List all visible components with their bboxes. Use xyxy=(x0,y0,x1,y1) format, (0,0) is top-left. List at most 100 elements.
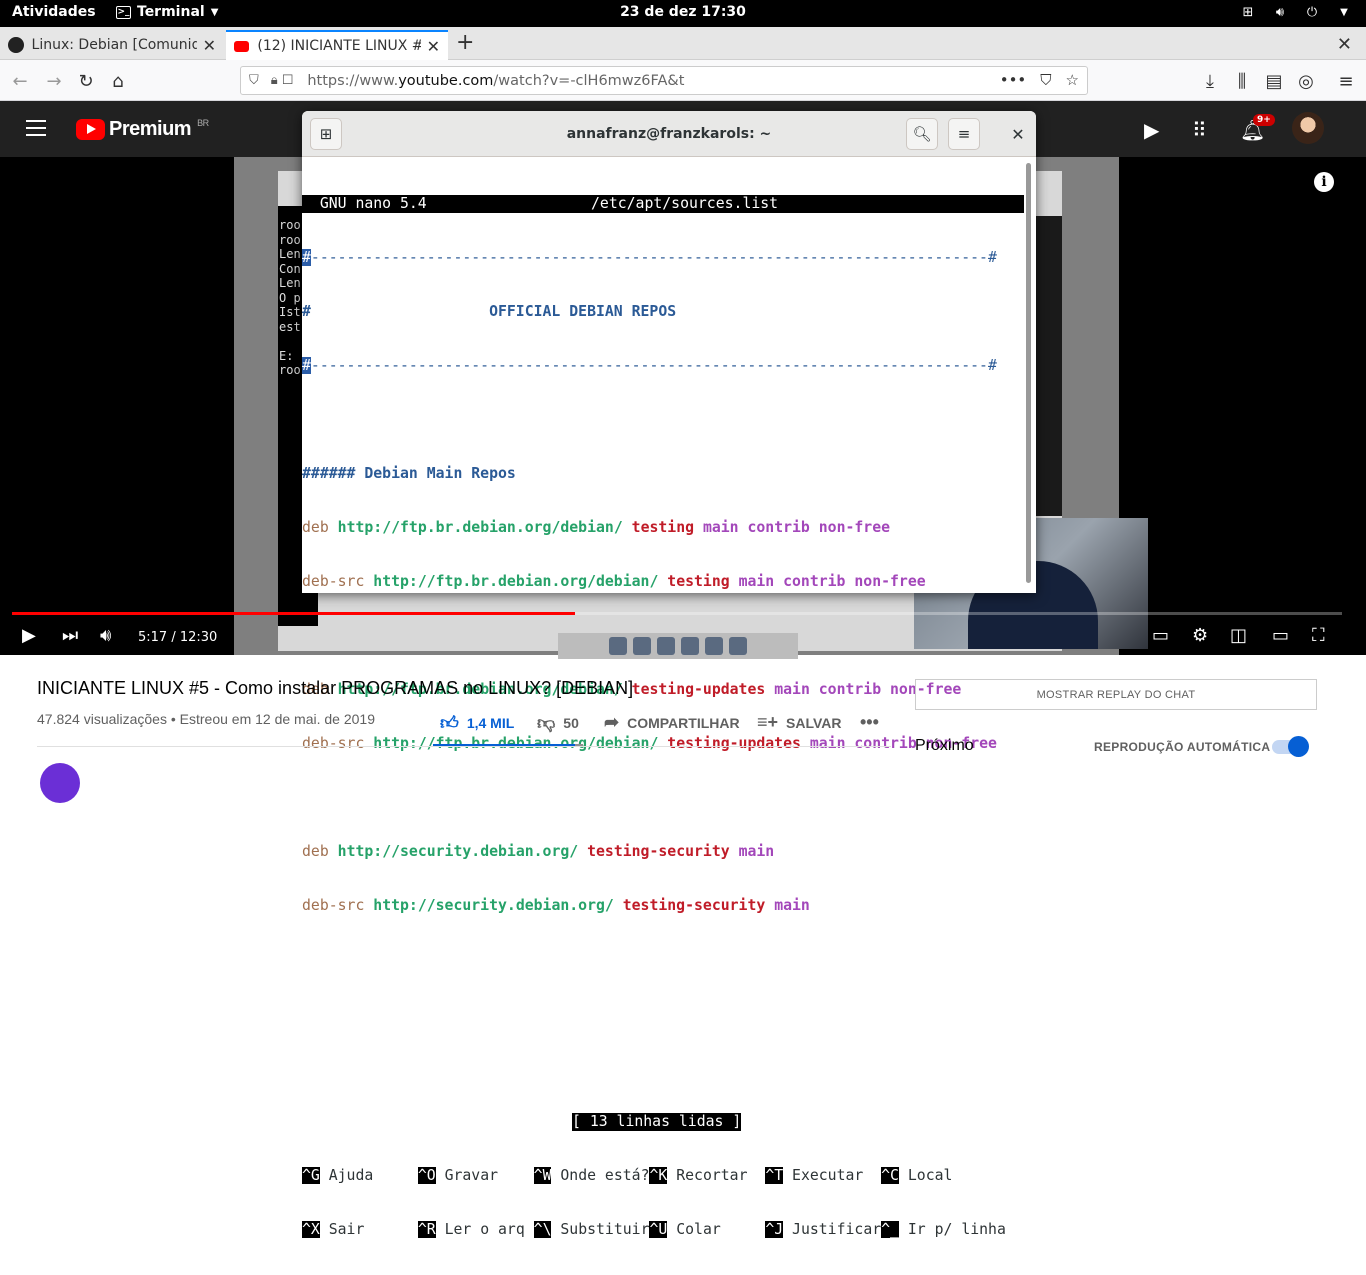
app-menu[interactable]: >_ Terminal ▼ xyxy=(116,4,218,20)
more-actions-button[interactable]: ••• xyxy=(860,712,879,733)
miniplayer-icon[interactable]: ◫ xyxy=(1230,625,1247,646)
shortcut-key: ^W xyxy=(533,1167,552,1184)
shortcut-key: ^K xyxy=(649,1167,668,1184)
play-icon[interactable]: ▶ xyxy=(22,625,36,646)
reload-icon[interactable]: ↻ xyxy=(74,69,98,93)
fullscreen-icon[interactable]: ⛶ xyxy=(1312,625,1325,646)
nano-editor[interactable]: GNU nano 5.4/etc/apt/sources.list #-----… xyxy=(302,159,1024,1238)
shortcut-key: ^O xyxy=(417,1167,436,1184)
chevron-down-icon: ▼ xyxy=(1340,6,1348,18)
save-button[interactable]: ≡+ SALVAR xyxy=(757,712,842,733)
back-icon[interactable]: ← xyxy=(8,69,32,93)
up-next-heading: Próximo xyxy=(915,737,974,754)
home-icon[interactable]: ⌂ xyxy=(106,69,130,93)
channel-avatar[interactable] xyxy=(40,763,80,803)
url-text: https://www.youtube.com/watch?v=-clH6mwz… xyxy=(307,72,685,89)
tab-label: Linux: Debian [Comunidade xyxy=(31,37,197,53)
shortcut-key: ^_ xyxy=(881,1221,899,1238)
terminal-icon: >_ xyxy=(116,5,131,19)
logo-text: Premium xyxy=(109,118,192,140)
autoplay-label: REPRODUÇÃO AUTOMÁTICA xyxy=(1094,740,1271,754)
shortcut-key: ^T xyxy=(765,1167,784,1184)
subtitles-icon[interactable]: ▭ xyxy=(1152,625,1169,646)
shortcut-key: ^G xyxy=(302,1167,320,1184)
system-tray[interactable]: ⊞ 🔊︎ ⏻ ▼ xyxy=(1240,4,1352,20)
hamburger-menu-icon[interactable]: ≡ xyxy=(1334,69,1358,93)
terminal-window[interactable]: ⊞ annafranz@franzkarols: ~ 🔍︎ ≡ ✕ GNU na… xyxy=(302,111,1036,1238)
next-icon[interactable]: ⏭ xyxy=(62,625,78,646)
nano-status-line: [ 13 linhas lidas ] xyxy=(572,1113,742,1131)
shortcut-key: ^R xyxy=(417,1221,436,1238)
shortcut-key: ^C xyxy=(881,1167,899,1184)
more-icon[interactable]: ••• xyxy=(1000,71,1027,89)
youtube-logo[interactable]: Premium BR xyxy=(76,118,209,141)
url-bar[interactable]: ⛉ 🔒︎ ☐ https://www.youtube.com/watch?v=-… xyxy=(240,66,1088,95)
shortcut-label: Executar xyxy=(783,1167,882,1184)
search-icon[interactable]: 🔍︎ xyxy=(906,118,938,150)
info-icon[interactable]: i xyxy=(1314,172,1334,192)
tux-icon xyxy=(8,37,24,53)
shortcut-label: Substituir xyxy=(551,1221,650,1238)
comment-header: # OFFICIAL DEBIAN REPOS xyxy=(302,303,677,320)
dislike-button[interactable]: 👎︎ 50 xyxy=(537,712,579,734)
terminal-header-bar: ⊞ annafranz@franzkarols: ~ 🔍︎ ≡ ✕ xyxy=(302,111,1036,157)
avatar[interactable] xyxy=(1292,112,1324,144)
gear-icon[interactable]: ⚙ xyxy=(1192,625,1208,646)
nano-filename: /etc/apt/sources.list xyxy=(591,195,779,212)
comment-rule: #---------------------------------------… xyxy=(302,357,997,374)
forward-icon[interactable]: → xyxy=(42,69,66,93)
account-icon[interactable]: ◎ xyxy=(1294,69,1318,93)
theater-mode-icon[interactable]: ▭ xyxy=(1272,625,1289,646)
volume-icon: 🔊︎ xyxy=(1275,4,1285,20)
sidebar-icon[interactable]: ▤ xyxy=(1262,69,1286,93)
shortcut-key: ^X xyxy=(302,1221,320,1238)
like-button[interactable]: 👍︎ 1,4 MIL xyxy=(440,712,514,734)
source-entry: deb-src http://security.debian.org/ test… xyxy=(302,897,810,914)
network-icon: ⊞ xyxy=(1242,4,1254,20)
source-entry: deb http://ftp.br.debian.org/debian/ tes… xyxy=(302,519,891,536)
video-title: INICIANTE LINUX #5 - Como instalar PROGR… xyxy=(37,678,634,698)
source-entry: deb http://security.debian.org/ testing-… xyxy=(302,843,775,860)
activities-button[interactable]: Atividades xyxy=(12,4,96,20)
shortcut-label: Local xyxy=(898,1167,953,1184)
close-icon[interactable]: ✕ xyxy=(427,37,440,56)
star-icon[interactable]: ☆ xyxy=(1066,71,1079,89)
chevron-down-icon: ▼ xyxy=(210,6,219,18)
new-tab-button[interactable]: + xyxy=(456,30,474,55)
autoplay-toggle-knob xyxy=(1288,736,1309,757)
divider xyxy=(37,746,891,747)
hamburger-menu-icon[interactable]: ≡ xyxy=(948,118,980,150)
tab-debian-community[interactable]: Linux: Debian [Comunidade ✕ xyxy=(0,30,224,60)
download-icon[interactable]: ⤓ xyxy=(1198,69,1222,93)
apps-grid-icon[interactable]: ⠿ xyxy=(1192,118,1207,142)
shortcut-label: Colar xyxy=(667,1221,766,1238)
shield-icon: ⛉ xyxy=(249,73,259,88)
tab-youtube[interactable]: (12) INICIANTE LINUX #5 ✕ xyxy=(226,30,448,60)
shortcut-label: Sair xyxy=(319,1221,418,1238)
library-icon[interactable]: ⫼ xyxy=(1230,69,1254,93)
url-bar-actions: ••• ⛉ ☆ xyxy=(1000,71,1079,89)
more-icon: ••• xyxy=(860,712,879,732)
youtube-icon xyxy=(234,40,250,52)
share-icon: ➦ xyxy=(604,712,620,732)
shortcut-label: Ajuda xyxy=(319,1167,418,1184)
share-button[interactable]: ➦ COMPARTILHAR xyxy=(604,712,740,733)
thumbs-down-icon: 👎︎ xyxy=(537,713,556,733)
view-count: 47.824 visualizações • Estreou em 12 de … xyxy=(37,711,375,727)
volume-icon[interactable]: 🔊︎ xyxy=(100,625,111,646)
pocket-icon[interactable]: ⛉ xyxy=(1040,71,1051,89)
time-display: 5:17 / 12:30 xyxy=(138,629,218,645)
guide-menu-icon[interactable] xyxy=(26,120,46,141)
window-close-icon[interactable]: ✕ xyxy=(1337,34,1352,55)
notification-badge: 9+ xyxy=(1253,114,1275,126)
close-icon[interactable]: ✕ xyxy=(203,36,216,55)
shortcut-label: Recortar xyxy=(667,1167,766,1184)
navigation-bar: ← → ↻ ⌂ ⛉ 🔒︎ ☐ https://www.youtube.com/w… xyxy=(0,60,1366,101)
create-video-icon[interactable]: ▶︎ xyxy=(1144,118,1159,142)
shortcut-label: Justificar xyxy=(783,1221,882,1238)
terminal-scrollbar[interactable] xyxy=(1026,163,1031,583)
power-icon: ⏻ xyxy=(1306,4,1318,20)
nano-title-bar: GNU nano 5.4/etc/apt/sources.list xyxy=(302,195,1024,213)
close-icon[interactable]: ✕ xyxy=(1002,118,1034,150)
chat-replay-button[interactable]: MOSTRAR REPLAY DO CHAT xyxy=(915,679,1317,710)
